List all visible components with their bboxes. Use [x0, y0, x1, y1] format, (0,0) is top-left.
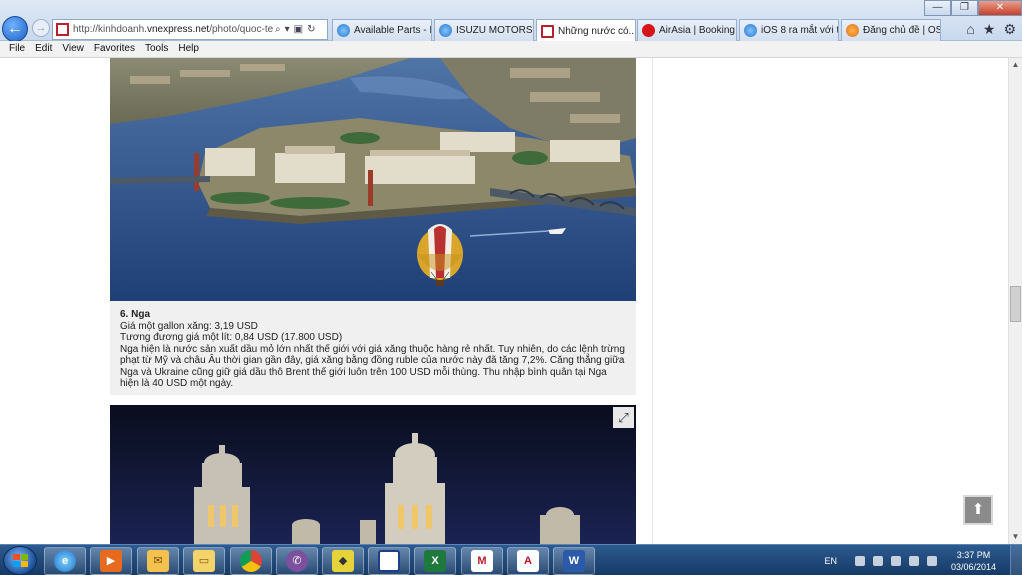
caption-title: 6. Nga — [120, 309, 151, 320]
mail-icon: ✉ — [147, 550, 169, 572]
scroll-up-arrow-icon[interactable]: ▲ — [1009, 58, 1022, 72]
photo-caption: 6. Nga Giá một gallon xăng: 3,19 USD Tươ… — [110, 301, 636, 395]
tab-label: Available Parts - I... — [354, 25, 432, 36]
car-icon: ◆ — [332, 550, 354, 572]
taskbar-viber[interactable]: ✆ — [276, 547, 318, 575]
folder-icon: ▭ — [193, 550, 215, 572]
article-photo-night-towers[interactable]: ⤢ — [110, 405, 636, 544]
tab-label: Những nước có... — [558, 25, 636, 37]
flag-icon[interactable] — [872, 555, 883, 566]
caption-line-price-gallon: Giá một gallon xăng: 3,19 USD — [120, 320, 258, 332]
tab-label: iOS 8 ra mắt với tố... — [761, 25, 839, 36]
window-controls: — ❐ ✕ — [924, 0, 1022, 16]
media-player-icon: ▶ — [100, 550, 122, 572]
menu-bar: File Edit View Favorites Tools Help — [0, 41, 1022, 58]
menu-edit[interactable]: Edit — [30, 41, 57, 57]
vnexpress-icon — [541, 24, 554, 38]
tab-active-article[interactable]: Những nước có... ✕ — [536, 19, 636, 42]
tab-label: Đăng chủ đề | OS ... — [863, 25, 941, 36]
tab-available-parts[interactable]: Available Parts - I... — [332, 19, 432, 41]
site-favicon-icon — [56, 23, 69, 36]
browser-title-bar: — ❐ ✕ ← → http://kinhdoanh.vnexpress.net… — [0, 0, 1022, 42]
taskbar-explorer[interactable]: ▭ — [183, 547, 225, 575]
night-towers-illustration — [110, 405, 636, 544]
menu-help[interactable]: Help — [173, 41, 204, 57]
airasia-icon — [642, 24, 655, 37]
device-icon[interactable] — [890, 555, 901, 566]
dropdown-icon[interactable]: ▾ — [285, 24, 290, 35]
tab-forum-post[interactable]: Đăng chủ đề | OS ... — [841, 19, 941, 41]
taskbar-chrome[interactable] — [230, 547, 272, 575]
clock-date: 03/06/2014 — [950, 561, 996, 572]
ie-page-icon — [439, 24, 452, 37]
menu-view[interactable]: View — [57, 41, 89, 57]
language-indicator[interactable]: EN — [824, 556, 837, 566]
vertical-scrollbar[interactable]: ▲ ▼ — [1008, 58, 1022, 544]
window-icon — [378, 550, 400, 572]
close-window-button[interactable]: ✕ — [978, 0, 1022, 16]
forward-button[interactable]: → — [32, 19, 50, 37]
scroll-down-arrow-icon[interactable]: ▼ — [1009, 530, 1022, 544]
tab-ios8[interactable]: iOS 8 ra mắt với tố... — [739, 19, 839, 41]
pdf-icon: A — [517, 550, 539, 572]
clock-time: 3:37 PM — [956, 549, 991, 560]
address-bar[interactable]: http://kinhdoanh.vnexpress.net/photo/quo… — [52, 19, 328, 40]
taskbar-word[interactable]: W — [553, 547, 595, 575]
caption-line-price-litre: Tương đương giá một lít: 0,84 USD (17.80… — [120, 332, 343, 343]
menu-favorites[interactable]: Favorites — [89, 41, 140, 57]
back-button[interactable]: ← — [2, 16, 28, 42]
show-desktop-button[interactable] — [1010, 545, 1022, 575]
url-text[interactable]: http://kinhdoanh.vnexpress.net/photo/quo… — [73, 24, 273, 35]
start-button[interactable] — [3, 546, 37, 575]
show-hidden-icons-icon[interactable] — [854, 555, 865, 566]
ie-page-icon — [744, 24, 757, 37]
excel-icon: X — [424, 550, 446, 572]
menu-tools[interactable]: Tools — [140, 41, 173, 57]
chrome-icon — [240, 550, 262, 572]
ie-page-icon — [337, 24, 350, 37]
tab-airasia[interactable]: AirAsia | Booking | ... — [637, 19, 737, 41]
system-tray: EN 3:37 PM 03/06/2014 — [824, 545, 1022, 575]
expand-icon[interactable]: ⤢ — [613, 407, 634, 428]
restore-button[interactable]: ❐ — [951, 0, 978, 16]
taskbar-internet-explorer[interactable]: e — [44, 547, 86, 575]
tab-label: ISUZU MOTORS P... — [456, 25, 533, 36]
compatibility-icon[interactable]: ▣ — [294, 24, 303, 35]
caption-body: Nga hiện là nước sản xuất dầu mỏ lớn nhấ… — [120, 343, 625, 390]
mapinfo-icon: M — [471, 550, 493, 572]
tab-label: AirAsia | Booking | ... — [659, 25, 736, 36]
taskbar-game[interactable]: ◆ — [322, 547, 364, 575]
taskbar-acrobat[interactable]: A — [507, 547, 549, 575]
taskbar-email[interactable]: ✉ — [137, 547, 179, 575]
scrollbar-thumb[interactable] — [1010, 286, 1021, 322]
viber-icon: ✆ — [286, 550, 308, 572]
forum-icon — [846, 24, 859, 37]
taskbar-window[interactable] — [368, 547, 410, 575]
article-photo-st-petersburg[interactable] — [110, 58, 636, 301]
clock[interactable]: 3:37 PM 03/06/2014 — [951, 549, 996, 573]
search-icon[interactable]: ⌕ — [275, 24, 281, 35]
network-signal-icon[interactable] — [926, 555, 937, 566]
favorites-star-icon[interactable]: ★ — [983, 21, 996, 38]
taskbar-media-player[interactable]: ▶ — [90, 547, 132, 575]
minimize-button[interactable]: — — [924, 0, 951, 16]
taskbar-excel[interactable]: X — [414, 547, 456, 575]
internet-explorer-icon: e — [54, 550, 76, 572]
city-aerial-illustration — [110, 58, 636, 301]
refresh-icon[interactable]: ↻ — [307, 24, 315, 35]
windows-logo-icon — [13, 554, 28, 568]
antivirus-icon[interactable] — [908, 555, 919, 566]
home-icon[interactable]: ⌂ — [966, 21, 974, 38]
windows-taskbar: e ▶ ✉ ▭ ✆ ◆ X M A W EN 3:37 PM 03/06/201… — [0, 544, 1022, 575]
menu-file[interactable]: File — [4, 41, 30, 57]
taskbar-mapinfo[interactable]: M — [461, 547, 503, 575]
settings-gear-icon[interactable]: ⚙ — [1003, 21, 1016, 38]
word-icon: W — [563, 550, 585, 572]
tab-isuzu[interactable]: ISUZU MOTORS P... — [434, 19, 534, 41]
column-divider — [652, 58, 653, 544]
arrow-up-icon[interactable]: ⬆ — [963, 495, 993, 525]
page-content: 6. Nga Giá một gallon xăng: 3,19 USD Tươ… — [0, 58, 1008, 544]
